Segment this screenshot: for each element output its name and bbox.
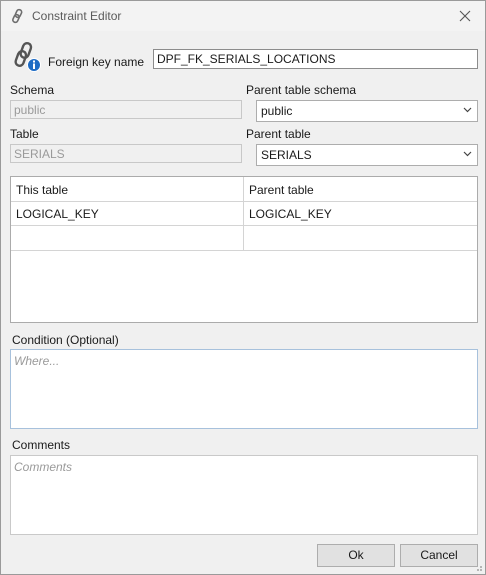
parent-table-select[interactable]: SERIALS [256,144,478,166]
column-mapping-grid[interactable]: This table Parent table LOGICAL_KEY LOGI… [10,176,478,323]
parent-table-schema-value: public [261,104,293,118]
parent-table-schema-label: Parent table schema [246,83,357,97]
cancel-button[interactable]: Cancel [400,544,478,567]
constraint-editor-window: Constraint Editor Foreign key name DPF_F… [0,0,486,575]
parent-table-schema-select[interactable]: public [256,100,478,122]
condition-textarea[interactable]: Where... [10,349,478,429]
table-field: SERIALS [10,144,242,163]
foreign-key-info-icon [14,41,41,72]
column-divider [243,177,244,250]
condition-label: Condition (Optional) [12,333,119,347]
schema-field: public [10,100,242,119]
empty-row-parent-table-cell[interactable] [249,231,474,249]
close-icon [459,10,471,22]
foreign-key-name-label: Foreign key name [48,55,145,69]
comments-label: Comments [12,438,71,452]
grid-header: This table Parent table [11,177,477,202]
close-button[interactable] [445,1,485,31]
table-row-this-table-cell[interactable]: LOGICAL_KEY [16,207,99,221]
column-header-parent-table[interactable]: Parent table [249,183,314,197]
row-divider [11,250,477,251]
title-bar[interactable]: Constraint Editor [1,1,485,31]
column-header-this-table[interactable]: This table [16,183,68,197]
table-row-parent-table-cell[interactable]: LOGICAL_KEY [249,207,332,221]
chevron-down-icon [463,107,472,113]
chevron-down-icon [463,151,472,157]
empty-row-this-table-cell[interactable] [16,231,241,249]
row-divider [11,225,477,226]
ok-button[interactable]: Ok [317,544,395,567]
window-title: Constraint Editor [32,9,122,23]
table-label: Table [10,127,39,141]
comments-textarea[interactable]: Comments [10,455,478,535]
parent-table-label: Parent table [246,127,311,141]
schema-label: Schema [10,83,55,97]
resize-grip-icon[interactable] [473,562,483,572]
chain-link-icon [12,8,23,24]
parent-table-value: SERIALS [261,148,312,162]
foreign-key-name-input[interactable]: DPF_FK_SERIALS_LOCATIONS [153,49,478,69]
